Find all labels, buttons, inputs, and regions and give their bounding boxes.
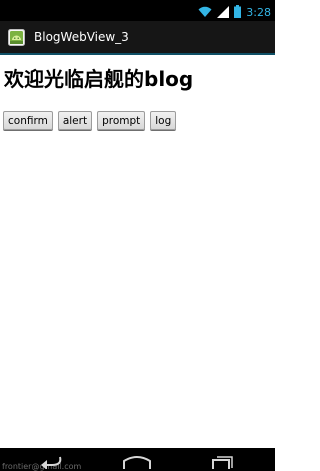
status-icons: 3:28 (198, 3, 271, 22)
navigation-bar: frontier@gmail.com (0, 448, 275, 471)
status-time: 3:28 (246, 5, 271, 19)
back-icon[interactable] (38, 453, 64, 471)
prompt-button[interactable]: prompt (97, 111, 146, 130)
battery-icon (234, 3, 242, 22)
status-bar: 3:28 (0, 0, 275, 21)
log-button[interactable]: log (150, 111, 177, 130)
alert-button[interactable]: alert (57, 111, 93, 130)
action-bar: BlogWebView_3 (0, 21, 275, 55)
wifi-icon (198, 3, 212, 22)
page-heading: 欢迎光临启舰的blog (4, 67, 194, 91)
signal-icon (217, 3, 230, 22)
confirm-button[interactable]: confirm (3, 111, 53, 130)
android-app-icon[interactable] (8, 28, 25, 46)
recent-apps-icon[interactable] (210, 453, 234, 471)
button-row: confirm alert prompt log (3, 111, 177, 130)
home-icon[interactable] (122, 453, 152, 471)
app-title: BlogWebView_3 (34, 30, 129, 44)
